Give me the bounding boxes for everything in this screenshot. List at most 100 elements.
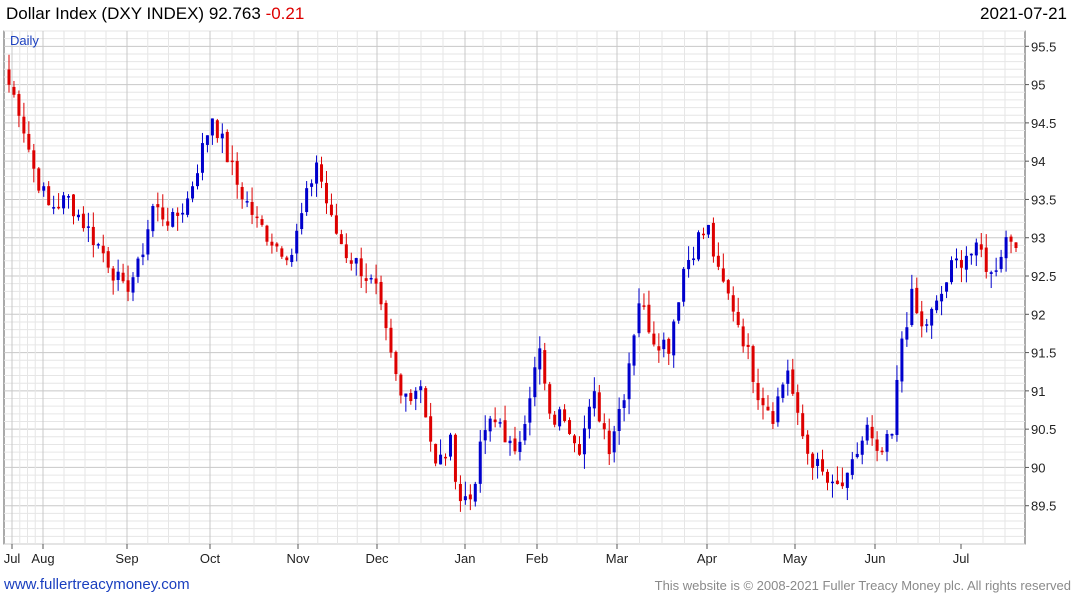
candle-body <box>796 392 800 413</box>
x-tick-label: Nov <box>286 551 310 566</box>
candle-body <box>677 302 681 321</box>
candle-body <box>771 411 775 424</box>
candle-body <box>424 388 428 418</box>
candle-body <box>205 135 209 145</box>
candle-body <box>463 496 467 501</box>
x-tick-label: Mar <box>606 551 629 566</box>
candle-body <box>493 419 497 423</box>
candle-body <box>825 471 829 483</box>
y-tick-label: 93 <box>1031 231 1045 246</box>
candle-body <box>37 168 41 191</box>
candle-body <box>225 131 229 163</box>
y-tick-label: 93.5 <box>1031 192 1056 207</box>
candle-body <box>62 195 66 209</box>
candle-body <box>96 244 100 246</box>
candle-body <box>101 245 105 254</box>
y-tick-label: 92 <box>1031 307 1045 322</box>
candle-body <box>126 280 130 292</box>
candle-body <box>900 338 904 382</box>
candle-body <box>945 282 949 292</box>
y-tick-label: 91 <box>1031 384 1045 399</box>
candle-body <box>617 408 621 431</box>
candle-body <box>855 453 859 458</box>
candle-body <box>310 183 314 187</box>
candle-body <box>642 305 646 307</box>
candle-body <box>711 222 715 257</box>
candle-body <box>1009 236 1013 242</box>
candle-body <box>761 397 765 406</box>
site-link[interactable]: www.fullertreacymoney.com <box>4 576 190 593</box>
x-tick-label: Dec <box>365 551 389 566</box>
x-tick-label: Sep <box>115 551 138 566</box>
candle-body <box>250 201 254 215</box>
candle-body <box>498 422 502 424</box>
candle-body <box>592 391 596 409</box>
candle-body <box>766 406 770 411</box>
candle-body <box>210 118 214 136</box>
candle-body <box>131 277 135 293</box>
candle-body <box>890 433 894 436</box>
candle-body <box>622 400 626 408</box>
candle-body <box>920 311 924 327</box>
candle-body <box>781 384 785 398</box>
candle-body <box>860 440 864 455</box>
candle-body <box>200 143 204 173</box>
candle-body <box>721 268 725 282</box>
candle-body <box>389 327 393 353</box>
candle-body <box>27 133 31 150</box>
candle-body <box>111 268 115 281</box>
candle-body <box>915 287 919 314</box>
candle-body <box>577 444 581 455</box>
candle-body <box>186 198 190 215</box>
candle-body <box>434 443 438 464</box>
y-tick-label: 91.5 <box>1031 346 1056 361</box>
candle-body <box>746 344 750 347</box>
candle-body <box>989 272 993 274</box>
candle-body <box>662 339 666 350</box>
candle-body <box>409 392 413 402</box>
x-tick-label: Jul <box>953 551 970 566</box>
x-tick-label: Oct <box>200 551 221 566</box>
candle-body <box>940 293 944 302</box>
candle-body <box>404 393 408 397</box>
candle-body <box>974 242 978 256</box>
x-axis: Jul Aug Sep Oct Nov Dec Jan Feb Mar Apr May Jun Jul <box>4 544 970 566</box>
candle-body <box>543 350 547 384</box>
candle-body <box>171 212 175 227</box>
candle-body <box>801 413 805 437</box>
candle-body <box>458 483 462 502</box>
candle-body <box>538 348 542 370</box>
candle-body <box>191 186 195 199</box>
candle-body <box>369 277 373 280</box>
candle-body <box>637 303 641 334</box>
candle-body <box>716 255 720 267</box>
candle-body <box>959 259 963 268</box>
candle-body <box>706 224 710 235</box>
candle-body <box>950 260 954 283</box>
candle-body <box>329 204 333 216</box>
candle-body <box>71 194 75 217</box>
candle-body <box>394 351 398 375</box>
candle-body <box>121 272 125 282</box>
candle-body <box>86 226 90 228</box>
candle-body <box>776 396 780 423</box>
candle-body <box>81 213 85 229</box>
candle-body <box>344 244 348 259</box>
candle-body <box>230 160 234 163</box>
candle-body <box>7 69 11 85</box>
candle-body <box>320 164 324 182</box>
candle-body <box>161 207 165 220</box>
candle-body <box>791 369 795 394</box>
candle-body <box>270 241 274 246</box>
y-tick-label: 95.5 <box>1031 39 1056 54</box>
candle-body <box>300 213 304 229</box>
candle-body <box>548 384 552 414</box>
candle-body <box>954 258 958 261</box>
candle-body <box>285 257 289 261</box>
candle-body <box>602 423 606 430</box>
x-tick-label: Apr <box>697 551 718 566</box>
candle-body <box>305 188 309 213</box>
candle-body <box>240 186 244 200</box>
candle-body <box>503 420 507 443</box>
candle-body <box>806 434 810 454</box>
